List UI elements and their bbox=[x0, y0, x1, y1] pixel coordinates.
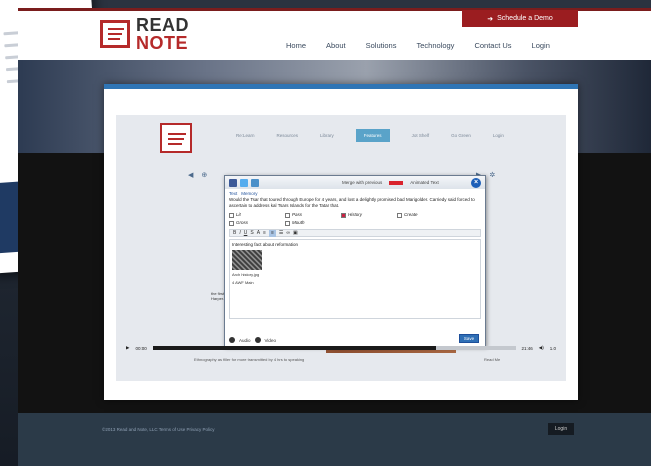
note-editor[interactable]: Interesting fact about reformation Arch … bbox=[229, 239, 481, 320]
video-nav-item: Go Green bbox=[451, 133, 471, 138]
reader-toolbar-left: ◀ ⊕ bbox=[188, 171, 207, 179]
logo-line1: READ bbox=[136, 15, 190, 35]
speed-label[interactable]: 1.0 bbox=[550, 346, 556, 351]
logo-icon bbox=[100, 20, 130, 48]
video-nav-item-active: Features bbox=[355, 129, 390, 142]
quoted-text: Would the Tsar that toured through Europ… bbox=[229, 197, 475, 209]
bold-icon[interactable]: B bbox=[233, 230, 236, 237]
nav-about[interactable]: About bbox=[326, 41, 346, 50]
seek-bar-fill bbox=[152, 346, 436, 350]
zoom-icon: ⊕ bbox=[201, 172, 208, 179]
category-checkboxes: Lit Pass History Create Gross Mouth bbox=[229, 212, 481, 226]
schedule-demo-label: Schedule a Demo bbox=[497, 15, 553, 22]
checkbox[interactable] bbox=[397, 212, 402, 218]
prev-page-icon: ◀ bbox=[188, 172, 194, 179]
dialog-header: Merge with previous Animated Text × bbox=[225, 176, 485, 189]
video-nav: Re:Learn Resources Library Features Jot … bbox=[236, 129, 504, 142]
category-label: Lit bbox=[236, 212, 241, 218]
logo-wordmark: READ NOTE bbox=[136, 16, 189, 52]
checkbox[interactable] bbox=[229, 220, 234, 226]
share-icon bbox=[251, 178, 259, 187]
video-player[interactable]: Re:Learn Resources Library Features Jot … bbox=[104, 84, 578, 400]
category-label: Pass bbox=[292, 212, 303, 218]
dialog-title: Merge with previous bbox=[342, 180, 383, 185]
attachment-name[interactable]: Arch history.jpg bbox=[232, 272, 478, 277]
category-lit[interactable]: Lit bbox=[229, 212, 285, 218]
seek-bar[interactable] bbox=[152, 346, 516, 350]
time-elapsed: 00:00 bbox=[135, 345, 147, 351]
list-icon[interactable]: ☰ bbox=[279, 230, 283, 237]
category-label: Gross bbox=[236, 220, 249, 226]
align-center-icon[interactable]: ≡ bbox=[268, 229, 276, 237]
footer-login-button[interactable]: Login bbox=[548, 423, 574, 435]
category-mouth[interactable]: Mouth bbox=[285, 220, 341, 226]
align-left-icon[interactable]: ≡ bbox=[263, 230, 266, 237]
attachment-name-2[interactable]: 4 AWF Main bbox=[232, 280, 478, 285]
player-controls: ▶ 00:00 21:46 ◀) 1.0 bbox=[104, 341, 578, 355]
footer-copyright: ©2013 Read and Note, LLC Terms of Use Pr… bbox=[102, 427, 215, 432]
nav-solutions[interactable]: Solutions bbox=[366, 41, 397, 50]
video-caption: Ethnography as filler for more transmitt… bbox=[194, 357, 305, 362]
italic-icon[interactable]: I bbox=[239, 230, 240, 237]
note-dialog: Merge with previous Animated Text × Text… bbox=[224, 175, 486, 347]
category-label: Create bbox=[404, 212, 418, 218]
checkbox[interactable] bbox=[341, 212, 346, 218]
category-label: History bbox=[348, 212, 363, 218]
category-history[interactable]: History bbox=[341, 212, 397, 218]
site-logo[interactable]: READ NOTE bbox=[100, 16, 189, 52]
checkbox[interactable] bbox=[285, 212, 290, 218]
link-icon[interactable]: ∞ bbox=[286, 230, 290, 237]
category-create[interactable]: Create bbox=[397, 212, 453, 218]
screenshot-stage: READ NOTE ➜ Schedule a Demo Home About S… bbox=[0, 0, 651, 466]
dialog-body: Text Memory Would the Tsar that toured t… bbox=[225, 189, 485, 321]
attached-image-thumbnail bbox=[232, 250, 262, 271]
editor-toolbar: B I U S A ≡ ≡ ☰ ∞ ▣ bbox=[229, 229, 481, 238]
schedule-demo-button[interactable]: ➜ Schedule a Demo bbox=[462, 10, 578, 27]
play-icon[interactable]: ▶ bbox=[126, 345, 129, 351]
category-pass[interactable]: Pass bbox=[285, 212, 341, 218]
video-logo-icon bbox=[160, 123, 192, 153]
checkbox[interactable] bbox=[285, 220, 290, 226]
strike-icon[interactable]: S bbox=[250, 230, 253, 237]
nav-home[interactable]: Home bbox=[286, 41, 306, 50]
underline-icon[interactable]: U bbox=[244, 230, 248, 237]
video-caption-right: Read Me bbox=[484, 357, 501, 362]
dialog-title-2: Animated Text bbox=[410, 180, 439, 185]
checkbox[interactable] bbox=[229, 212, 234, 218]
nav-contact[interactable]: Contact Us bbox=[474, 41, 511, 50]
time-total: 21:46 bbox=[521, 345, 533, 351]
font-color-icon[interactable]: A bbox=[257, 230, 260, 237]
arrow-right-icon: ➜ bbox=[487, 15, 494, 23]
main-nav: Home About Solutions Technology Contact … bbox=[286, 41, 550, 50]
video-nav-item: Jot Shelf bbox=[411, 133, 430, 138]
settings-icon: ✲ bbox=[489, 172, 496, 179]
close-icon[interactable]: × bbox=[471, 177, 481, 188]
logo-line2: NOTE bbox=[136, 33, 189, 53]
highlight-swatch bbox=[389, 180, 404, 185]
nav-login[interactable]: Login bbox=[532, 41, 550, 50]
image-icon[interactable]: ▣ bbox=[293, 230, 298, 237]
video-nav-item: Library bbox=[320, 133, 334, 138]
site-footer: ©2013 Read and Note, LLC Terms of Use Pr… bbox=[18, 413, 651, 466]
editor-text: Interesting fact about reformation bbox=[232, 242, 299, 248]
video-nav-item: Resources bbox=[276, 133, 299, 138]
category-label: Mouth bbox=[292, 220, 305, 226]
video-nav-item: Re:Learn bbox=[236, 133, 255, 138]
volume-icon[interactable]: ◀) bbox=[539, 345, 544, 351]
nav-technology[interactable]: Technology bbox=[416, 41, 454, 50]
category-gross[interactable]: Gross bbox=[229, 220, 285, 226]
twitter-icon bbox=[240, 178, 248, 187]
facebook-icon bbox=[229, 178, 237, 187]
video-nav-item: Login bbox=[492, 133, 504, 138]
